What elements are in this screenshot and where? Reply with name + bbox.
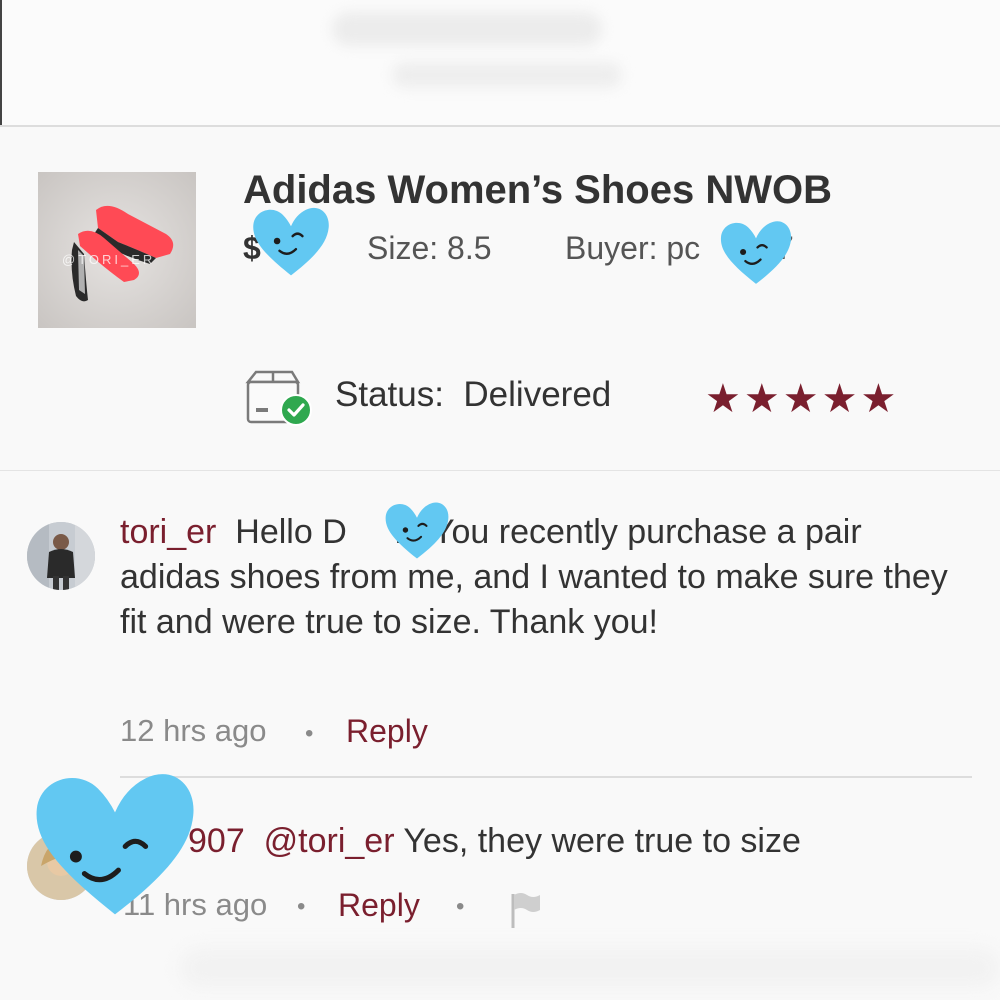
thumbnail-watermark: @TORI_ER bbox=[62, 252, 156, 267]
header-title-blurred bbox=[332, 12, 602, 46]
order-status: Status: Delivered bbox=[335, 375, 611, 415]
comment-mention[interactable]: @tori_er bbox=[264, 822, 395, 860]
comment-username[interactable]: tori_er bbox=[120, 513, 216, 551]
star-rating: ★★★★★ bbox=[705, 377, 900, 421]
product-thumbnail[interactable] bbox=[38, 172, 196, 328]
comment-text-start: Hello D bbox=[235, 513, 347, 551]
comment-timestamp: 12 hrs ago bbox=[120, 713, 267, 748]
separator-dot: • bbox=[297, 893, 306, 920]
buyer-label: Buyer: pc bbox=[565, 230, 701, 266]
heart-sticker bbox=[720, 221, 792, 284]
heart-sticker bbox=[385, 502, 449, 559]
reply-button[interactable]: Reply bbox=[346, 713, 428, 750]
header-subtitle-blurred bbox=[392, 62, 622, 88]
separator-dot: • bbox=[305, 720, 314, 747]
header-blurred bbox=[0, 0, 1000, 125]
reply-comment-body: 907 @tori_er Yes, they were true to size bbox=[188, 822, 801, 861]
flag-icon[interactable] bbox=[507, 890, 543, 930]
status-label: Status: bbox=[335, 375, 444, 414]
heart-sticker bbox=[253, 207, 329, 276]
footer-blurred bbox=[180, 948, 1000, 988]
section-divider bbox=[0, 470, 1000, 471]
product-size: Size: 8.5 bbox=[367, 230, 492, 266]
comment-text: Yes, they were true to size bbox=[403, 822, 801, 860]
avatar[interactable] bbox=[27, 522, 95, 590]
comment-divider bbox=[120, 776, 972, 778]
header-divider bbox=[0, 125, 1000, 127]
box-delivered-icon bbox=[244, 368, 318, 428]
reply-button[interactable]: Reply bbox=[338, 887, 420, 924]
comment-body: tori_er Hello Dn! You recently purchase … bbox=[120, 510, 960, 645]
separator-dot: • bbox=[456, 893, 465, 920]
heart-sticker bbox=[36, 774, 194, 915]
status-value: Delivered bbox=[463, 375, 612, 414]
